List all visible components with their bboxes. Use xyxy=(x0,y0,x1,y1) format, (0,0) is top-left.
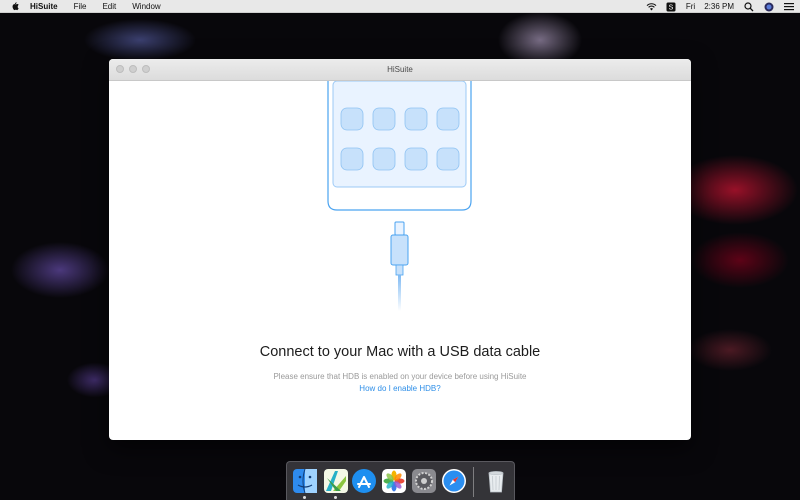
menu-bar: HiSuite File Edit Window S Fri 2:36 PM xyxy=(0,0,800,13)
svg-text:S: S xyxy=(669,4,674,11)
hisuite-window: HiSuite Connect to your Mac with a USB d… xyxy=(109,59,691,440)
hdb-hint-text: Please ensure that HDB is enabled on you… xyxy=(273,372,527,381)
dock-separator xyxy=(473,467,474,497)
menu-window[interactable]: Window xyxy=(132,2,160,11)
safari-icon[interactable] xyxy=(441,468,467,494)
window-content: Connect to your Mac with a USB data cabl… xyxy=(109,81,691,440)
connect-instruction-title: Connect to your Mac with a USB data cabl… xyxy=(259,344,541,360)
phone-usb-illustration xyxy=(327,81,472,311)
wifi-icon[interactable] xyxy=(646,2,657,12)
dock xyxy=(286,461,515,500)
window-titlebar[interactable]: HiSuite xyxy=(109,59,691,81)
photos-icon[interactable] xyxy=(381,468,407,494)
finder-running-indicator xyxy=(303,496,306,499)
window-title: HiSuite xyxy=(387,65,413,74)
status-area: S Fri 2:36 PM xyxy=(646,0,794,13)
finder-icon[interactable] xyxy=(292,468,318,494)
hisuite-running-indicator xyxy=(334,496,337,499)
menu-file[interactable]: File xyxy=(74,2,87,11)
hisuite-icon[interactable] xyxy=(323,468,349,494)
input-menu-icon[interactable]: S xyxy=(666,2,677,12)
app-store-icon[interactable] xyxy=(351,468,377,494)
siri-icon[interactable] xyxy=(763,2,774,12)
clock-day[interactable]: Fri xyxy=(686,2,695,11)
system-preferences-icon[interactable] xyxy=(411,468,437,494)
menu-edit[interactable]: Edit xyxy=(102,2,116,11)
enable-hdb-help-link[interactable]: How do I enable HDB? xyxy=(109,384,691,393)
apple-icon[interactable] xyxy=(10,1,20,11)
trash-icon[interactable] xyxy=(483,468,509,494)
menu-app-name[interactable]: HiSuite xyxy=(30,2,58,11)
clock-time[interactable]: 2:36 PM xyxy=(704,2,734,11)
spotlight-icon[interactable] xyxy=(743,1,754,12)
notification-center-icon[interactable] xyxy=(783,2,794,12)
